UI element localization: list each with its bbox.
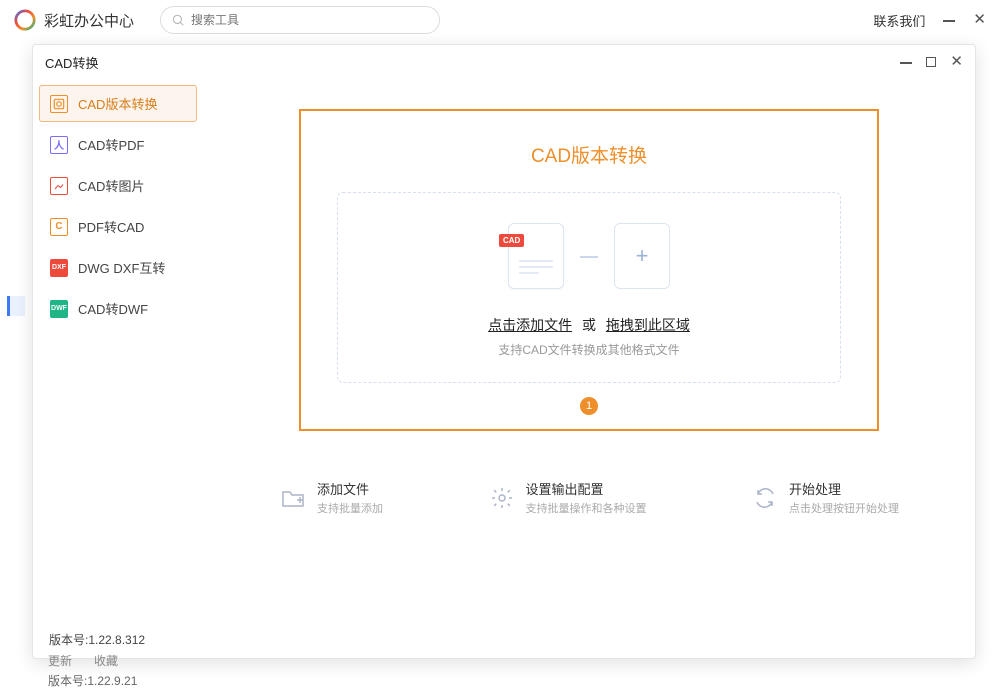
- action-sub: 支持批量添加: [317, 500, 383, 516]
- cad-convert-dialog: CAD转换 ✕ CAD版本转换 人 CAD转PDF CAD: [32, 44, 976, 659]
- drag-text: 拖拽到此区域: [606, 317, 690, 333]
- dropzone-graphic: CAD — +: [358, 223, 820, 289]
- gear-icon: [488, 485, 516, 511]
- cad-badge: CAD: [499, 234, 524, 247]
- action-sub: 支持批量操作和各种设置: [526, 500, 647, 516]
- action-start-process[interactable]: 开始处理 点击处理按钮开始处理: [751, 479, 899, 516]
- dropzone-subtext: 支持CAD文件转换成其他格式文件: [358, 341, 820, 358]
- background-version-label: 版本号:1.22.9.21: [48, 672, 137, 689]
- app-logo: 彩虹办公中心: [14, 9, 134, 31]
- target-file-plus-icon: +: [614, 223, 670, 289]
- sidebar-item-label: CAD转图片: [78, 176, 144, 195]
- dialog-maximize-button[interactable]: [926, 55, 936, 70]
- action-add-file[interactable]: 添加文件 支持批量添加: [279, 479, 383, 516]
- sidebar-item-cad-version[interactable]: CAD版本转换: [39, 85, 197, 122]
- sidebar-item-pdf-to-cad[interactable]: C PDF转CAD: [39, 208, 197, 245]
- click-add-text: 点击添加文件: [488, 317, 572, 333]
- close-button[interactable]: ✕: [973, 15, 986, 25]
- tab-favorite[interactable]: 收藏: [94, 652, 118, 669]
- sidebar-item-label: DWG DXF互转: [78, 258, 165, 277]
- add-file-icon: [279, 485, 307, 511]
- search-bar[interactable]: [160, 6, 440, 34]
- sidebar-item-label: CAD版本转换: [78, 94, 157, 113]
- or-text: 或: [582, 317, 596, 333]
- action-title: 添加文件: [317, 479, 383, 498]
- conversion-panel: CAD版本转换 CAD — + 点击添加文件 或 拖拽到此区域: [299, 109, 879, 431]
- action-title: 开始处理: [789, 479, 899, 498]
- app-header: 彩虹办公中心 联系我们 ✕: [0, 0, 1000, 40]
- arrow-icon: —: [580, 246, 598, 267]
- sidebar-item-cad-to-image[interactable]: CAD转图片: [39, 167, 197, 204]
- source-file-icon: CAD: [508, 223, 564, 289]
- sidebar-item-label: PDF转CAD: [78, 217, 144, 236]
- sidebar-item-dwg-dxf[interactable]: DXF DWG DXF互转: [39, 249, 197, 286]
- dialog-version-label: 版本号:1.22.8.312: [49, 631, 145, 648]
- header-actions: 联系我们 ✕: [873, 11, 986, 30]
- sidebar-item-cad-to-pdf[interactable]: 人 CAD转PDF: [39, 126, 197, 163]
- refresh-icon: [751, 485, 779, 511]
- document-c-icon: C: [50, 218, 68, 236]
- search-icon: [171, 13, 185, 27]
- file-dropzone[interactable]: CAD — + 点击添加文件 或 拖拽到此区域 支持CAD文件转换成其他格式文件: [337, 192, 841, 383]
- step-number-badge: 1: [580, 397, 598, 415]
- dropzone-instruction: 点击添加文件 或 拖拽到此区域: [358, 315, 820, 335]
- rainbow-logo-icon: [14, 9, 36, 31]
- contact-link[interactable]: 联系我们: [873, 11, 925, 30]
- image-icon: [50, 177, 68, 195]
- search-input[interactable]: [191, 13, 429, 27]
- action-sub: 点击处理按钮开始处理: [789, 500, 899, 516]
- tab-update[interactable]: 更新: [48, 652, 72, 669]
- sidebar-item-label: CAD转PDF: [78, 135, 144, 154]
- app-title: 彩虹办公中心: [44, 10, 134, 31]
- pdf-icon: 人: [50, 136, 68, 154]
- sidebar-item-label: CAD转DWF: [78, 299, 148, 318]
- dialog-title: CAD转换: [45, 53, 900, 72]
- cad-version-icon: [50, 95, 68, 113]
- dxf-icon: DXF: [50, 259, 68, 277]
- dialog-minimize-button[interactable]: [900, 55, 912, 70]
- minimize-button[interactable]: [943, 12, 955, 29]
- main-content: CAD版本转换 CAD — + 点击添加文件 或 拖拽到此区域: [203, 79, 975, 658]
- sidebar-item-cad-to-dwf[interactable]: DWF CAD转DWF: [39, 290, 197, 327]
- dwf-icon: DWF: [50, 300, 68, 318]
- dialog-close-button[interactable]: ✕: [950, 57, 963, 67]
- background-selection-mark: [7, 296, 25, 316]
- background-tabs: 更新 收藏: [48, 652, 118, 669]
- action-title: 设置输出配置: [526, 479, 647, 498]
- action-output-config[interactable]: 设置输出配置 支持批量操作和各种设置: [488, 479, 647, 516]
- sidebar: CAD版本转换 人 CAD转PDF CAD转图片 C PDF转CAD DXF D…: [33, 79, 203, 658]
- action-steps-row: 添加文件 支持批量添加 设置输出配置 支持批量操作和各种设置: [239, 479, 939, 516]
- dialog-header: CAD转换 ✕: [33, 45, 975, 79]
- panel-heading: CAD版本转换: [337, 141, 841, 168]
